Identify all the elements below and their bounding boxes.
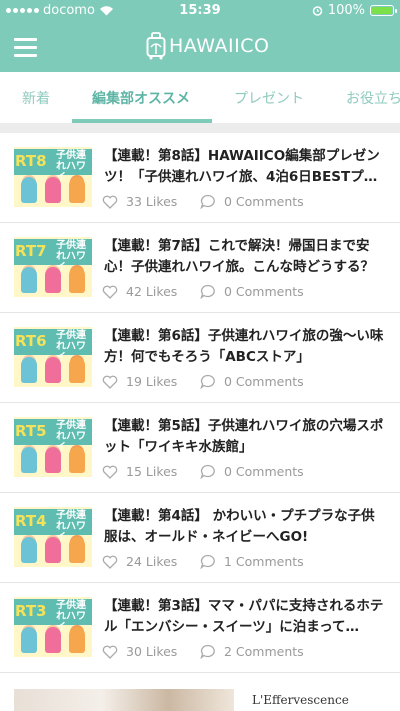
app-header: HAWAIICO — [0, 22, 400, 72]
thumbnail-part-label: RT6 — [15, 332, 47, 350]
thumbnail-part-label: RT7 — [15, 242, 47, 260]
heart-icon[interactable] — [102, 195, 118, 209]
comments-count: 2 Comments — [224, 644, 304, 659]
battery-percent: 100% — [327, 3, 365, 18]
likes-count: 24 Likes — [126, 554, 178, 569]
comments-count: 0 Comments — [224, 284, 304, 299]
list-item[interactable]: RT3 子供連れハワイ 【連載！第3話】ママ・パパに支持されるホテル「エンバシー… — [0, 583, 400, 673]
article-thumbnail: RT8 子供連れハワイ — [14, 147, 92, 207]
heart-icon[interactable] — [102, 555, 118, 569]
tab-useful[interactable]: お役立ち — [346, 88, 400, 108]
thumbnail-part-label: RT4 — [15, 512, 47, 530]
list-item[interactable]: RT6 子供連れハワイ 【連載！第6話】子供連れハワイ旅の強〜い味方！何でもそろ… — [0, 313, 400, 403]
thumbnail-part-label: RT5 — [15, 422, 47, 440]
logo-text: HAWAIICO — [169, 35, 270, 57]
article-thumbnail: RT6 子供連れハワイ — [14, 327, 92, 387]
article-list: RT8 子供連れハワイ 【連載！第8話】HAWAIICO編集部プレゼンツ！「子供… — [0, 133, 400, 673]
article-title[interactable]: 【連載！第8話】HAWAIICO編集部プレゼンツ！「子供連れハワイ旅、4泊6日B… — [104, 146, 386, 188]
comments-count: 0 Comments — [224, 464, 304, 479]
thumbnail-part-label: RT8 — [15, 152, 47, 170]
battery-icon — [370, 5, 397, 16]
tab-editors-picks[interactable]: 編集部オススメ — [92, 88, 190, 108]
hamburger-menu-icon[interactable] — [14, 38, 37, 57]
alarm-icon — [312, 6, 323, 16]
article-title[interactable]: 【連載！第6話】子供連れハワイ旅の強〜い味方！何でもそろう「ABCストア」 — [104, 326, 386, 368]
heart-icon[interactable] — [102, 465, 118, 479]
article-title[interactable]: 【連載！第4話】 かわいい・プチプラな子供服は、オールド・ネイビーへGO! — [104, 506, 386, 548]
heart-icon[interactable] — [102, 645, 118, 659]
list-item[interactable]: RT8 子供連れハワイ 【連載！第8話】HAWAIICO編集部プレゼンツ！「子供… — [0, 133, 400, 223]
likes-count: 19 Likes — [126, 374, 178, 389]
likes-count: 30 Likes — [126, 644, 178, 659]
comments-count: 0 Comments — [224, 374, 304, 389]
comment-icon[interactable] — [200, 374, 216, 389]
comment-icon[interactable] — [200, 194, 216, 209]
tab-new[interactable]: 新着 — [22, 88, 50, 108]
comments-count: 0 Comments — [224, 194, 304, 209]
comments-count: 1 Comments — [224, 554, 304, 569]
divider — [0, 123, 400, 133]
logo[interactable]: HAWAIICO — [146, 32, 269, 60]
article-thumbnail: RT4 子供連れハワイ — [14, 507, 92, 567]
app-header-background: docomo 15:39 100% HAWAIICO 新着 編集部オススメ プレ… — [0, 0, 400, 123]
likes-count: 15 Likes — [126, 464, 178, 479]
likes-count: 42 Likes — [126, 284, 178, 299]
article-title[interactable]: 【連載！第3話】ママ・パパに支持されるホテル「エンバシー・スイーツ」に泊まって… — [104, 596, 386, 638]
comment-icon[interactable] — [200, 464, 216, 479]
ad-text: L'Effervescence — [252, 693, 349, 707]
list-item[interactable]: RT5 子供連れハワイ 【連載！第5話】子供連れハワイ旅の穴場スポット「ワイキキ… — [0, 403, 400, 493]
thumbnail-part-label: RT3 — [15, 602, 47, 620]
article-thumbnail: RT7 子供連れハワイ — [14, 237, 92, 297]
list-item[interactable]: RT4 子供連れハワイ 【連載！第4話】 かわいい・プチプラな子供服は、オールド… — [0, 493, 400, 583]
tab-present[interactable]: プレゼント — [234, 88, 304, 108]
comment-icon[interactable] — [200, 644, 216, 659]
article-title[interactable]: 【連載！第7話】これで解決！帰国日まで安心！子供連れハワイ旅。こんな時どうする？ — [104, 236, 386, 278]
heart-icon[interactable] — [102, 375, 118, 389]
article-title[interactable]: 【連載！第5話】子供連れハワイ旅の穴場スポット「ワイキキ水族館」 — [104, 416, 386, 458]
heart-icon[interactable] — [102, 285, 118, 299]
article-thumbnail: RT3 子供連れハワイ — [14, 597, 92, 657]
comment-icon[interactable] — [200, 554, 216, 569]
likes-count: 33 Likes — [126, 194, 178, 209]
ad-image — [14, 689, 234, 711]
ad-banner[interactable]: L'Effervescence — [0, 689, 400, 711]
list-item[interactable]: RT7 子供連れハワイ 【連載！第7話】これで解決！帰国日まで安心！子供連れハワ… — [0, 223, 400, 313]
article-thumbnail: RT5 子供連れハワイ — [14, 417, 92, 477]
suitcase-icon — [146, 32, 166, 60]
status-bar: docomo 15:39 100% — [0, 0, 400, 22]
category-tabs: 新着 編集部オススメ プレゼント お役立ち — [0, 72, 400, 123]
comment-icon[interactable] — [200, 284, 216, 299]
